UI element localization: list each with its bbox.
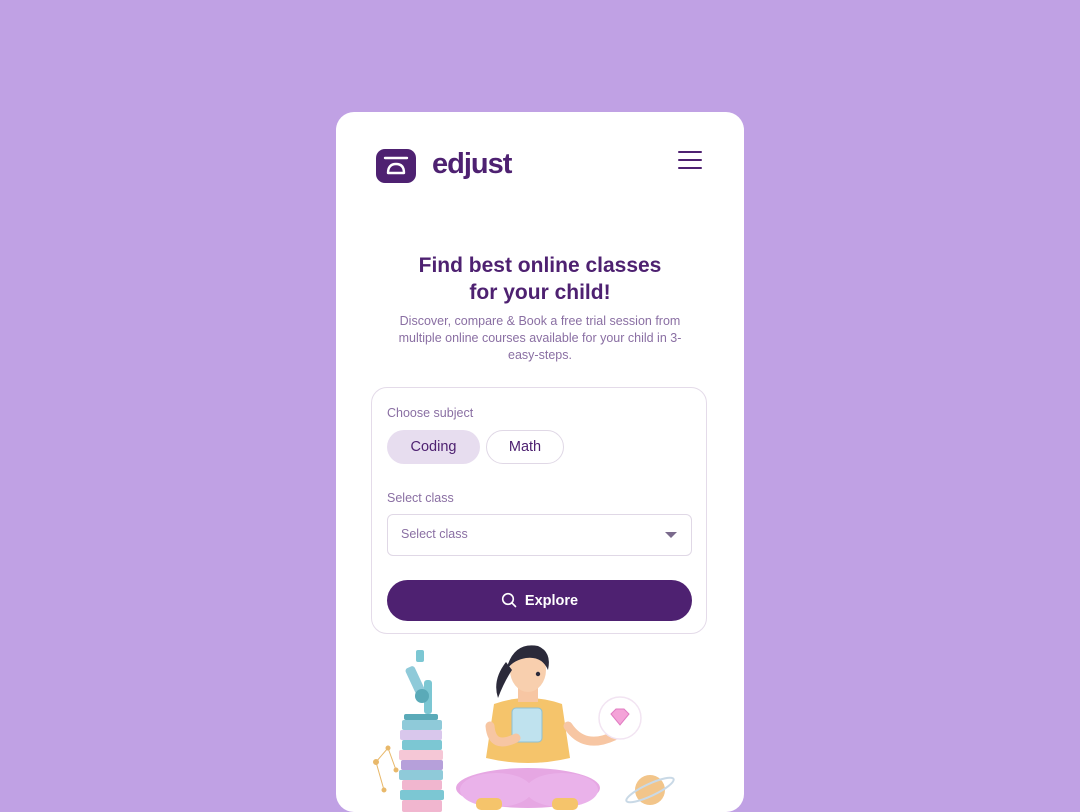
- planet-image: [625, 775, 675, 805]
- microscope-image: [404, 650, 438, 720]
- search-form: Choose subject Coding Math Select class …: [371, 387, 707, 634]
- hero-subtitle-line: multiple online courses available for yo…: [398, 331, 682, 345]
- subject-chip-math[interactable]: Math: [486, 430, 564, 464]
- hero-subtitle-line: Discover, compare & Book a free trial se…: [399, 314, 681, 328]
- girl-figure-image: [456, 645, 619, 810]
- hero-title: Find best online classes for your child!: [336, 252, 744, 306]
- caret-down-icon: [665, 532, 677, 538]
- class-select[interactable]: Select class: [387, 514, 692, 556]
- header: edjust: [376, 148, 704, 183]
- search-icon: [501, 592, 517, 608]
- explore-button-content: Explore: [387, 592, 692, 609]
- subject-label: Choose subject: [387, 406, 474, 420]
- student-illustration: [373, 645, 675, 812]
- books-stack-image: [399, 720, 444, 812]
- brand-name[interactable]: edjust: [432, 148, 512, 181]
- hero-title-line: for your child!: [469, 281, 611, 304]
- class-label: Select class: [387, 491, 454, 505]
- subject-chip-coding[interactable]: Coding: [387, 430, 480, 464]
- gem-bubble-image: [598, 696, 642, 740]
- hero-title-line: Find best online classes: [418, 254, 662, 277]
- hero-subtitle: Discover, compare & Book a free trial se…: [396, 313, 684, 364]
- explore-button[interactable]: Explore: [387, 580, 692, 621]
- edjust-logo-icon[interactable]: [376, 149, 416, 183]
- hero-subtitle-line: easy-steps.: [508, 348, 572, 362]
- mobile-card: edjust Find best online classes for your…: [336, 112, 744, 812]
- hamburger-menu-icon[interactable]: [678, 151, 704, 171]
- explore-button-label: Explore: [524, 593, 579, 609]
- molecule-decoration: [373, 745, 399, 793]
- class-select-placeholder: Select class: [401, 527, 468, 541]
